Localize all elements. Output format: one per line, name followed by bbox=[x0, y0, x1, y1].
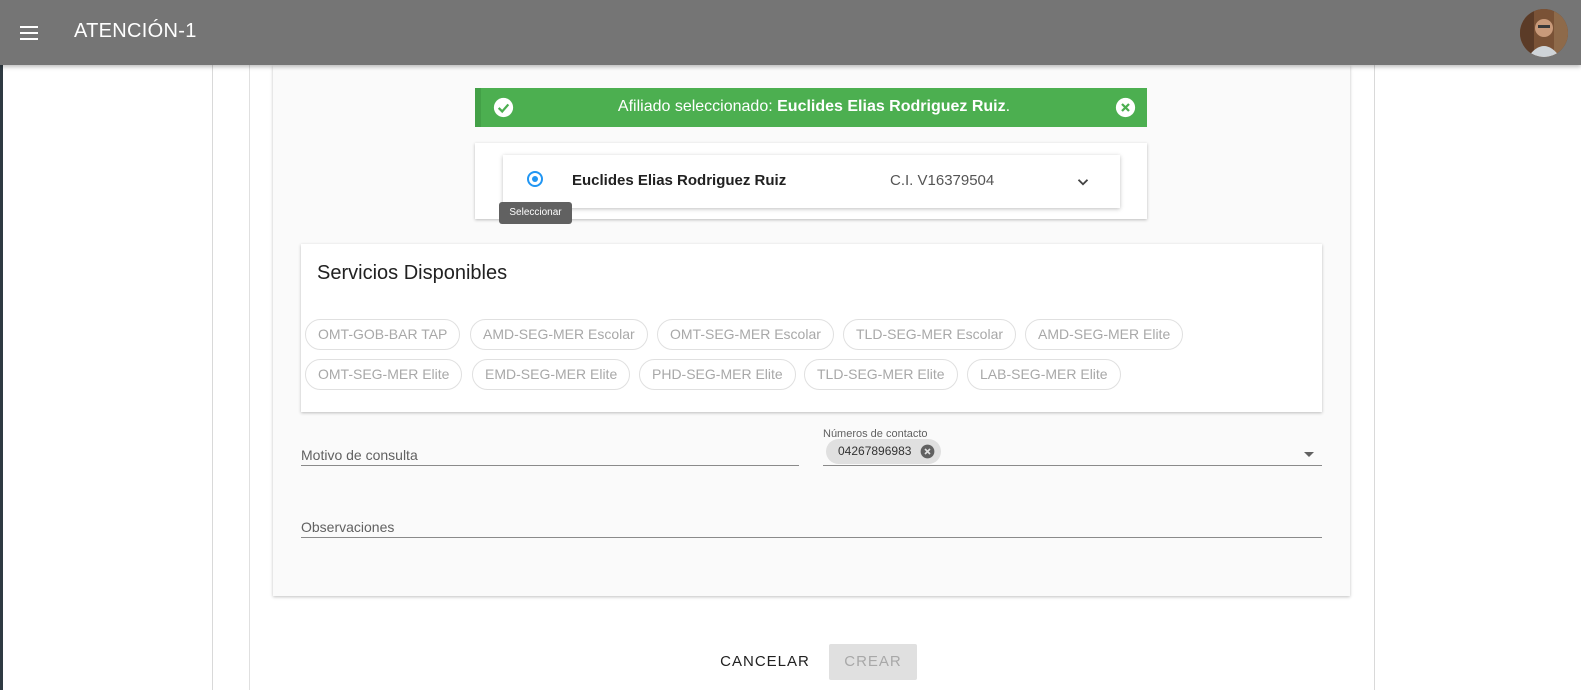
service-chip[interactable]: LAB-SEG-MER Elite bbox=[967, 359, 1121, 390]
menu-icon[interactable] bbox=[18, 22, 40, 44]
service-chip[interactable]: TLD-SEG-MER Escolar bbox=[843, 319, 1017, 350]
alert-suffix: . bbox=[1005, 98, 1011, 115]
avatar[interactable] bbox=[1520, 9, 1568, 57]
page-title: ATENCIÓN-1 bbox=[74, 20, 197, 42]
divider bbox=[249, 65, 250, 690]
observaciones-field[interactable] bbox=[301, 512, 1322, 538]
affiliate-ci: C.I. V16379504 bbox=[890, 172, 995, 189]
service-chip[interactable]: OMT-SEG-MER Elite bbox=[305, 359, 463, 390]
service-chip[interactable]: OMT-GOB-BAR TAP bbox=[305, 319, 461, 350]
app-bar: ATENCIÓN-1 bbox=[0, 0, 1581, 65]
left-edge-strip bbox=[0, 0, 3, 690]
cancel-button[interactable]: CANCELAR bbox=[710, 644, 820, 680]
tooltip: Seleccionar bbox=[499, 202, 572, 224]
observaciones-label: Observaciones bbox=[301, 519, 395, 535]
close-icon[interactable] bbox=[1115, 97, 1136, 118]
service-chip[interactable]: AMD-SEG-MER Escolar bbox=[470, 319, 648, 350]
create-button[interactable]: CREAR bbox=[829, 644, 917, 680]
phone-chip-label: 04267896983 bbox=[838, 444, 912, 458]
chevron-down-icon[interactable] bbox=[1074, 173, 1092, 191]
dropdown-arrow-icon[interactable] bbox=[1304, 452, 1314, 457]
alert-message: Afiliado seleccionado: Euclides Elias Ro… bbox=[481, 98, 1147, 116]
phone-chip[interactable]: 04267896983 bbox=[826, 439, 942, 464]
select-affiliate-radio[interactable] bbox=[527, 171, 543, 187]
alert-affiliate-name: Euclides Elias Rodriguez Ruiz bbox=[777, 98, 1006, 115]
services-title: Servicios Disponibles bbox=[317, 262, 508, 284]
success-alert: Afiliado seleccionado: Euclides Elias Ro… bbox=[475, 88, 1147, 127]
close-icon[interactable] bbox=[920, 444, 935, 459]
service-chip[interactable]: AMD-SEG-MER Elite bbox=[1025, 319, 1184, 350]
service-chip[interactable]: OMT-SEG-MER Escolar bbox=[657, 319, 834, 350]
alert-prefix: Afiliado seleccionado: bbox=[617, 98, 778, 115]
motivo-label: Motivo de consulta bbox=[301, 447, 418, 463]
service-chip[interactable]: EMD-SEG-MER Elite bbox=[472, 359, 631, 390]
service-chip[interactable]: PHD-SEG-MER Elite bbox=[639, 359, 796, 390]
service-chip[interactable]: TLD-SEG-MER Elite bbox=[804, 359, 958, 390]
affiliate-name: Euclides Elias Rodriguez Ruiz bbox=[572, 172, 787, 189]
